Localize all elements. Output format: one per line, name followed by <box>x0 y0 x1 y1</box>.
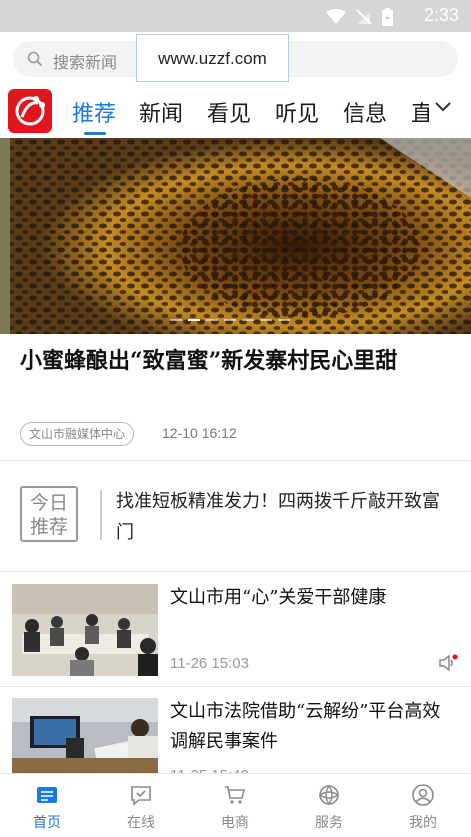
featured-time: 12-10 16:12 <box>162 425 237 441</box>
bottom-nav: 首页 在线 电商 服务 我的 <box>0 773 471 837</box>
logo-mark-icon <box>15 96 45 126</box>
today-pick-badge-line1: 今日 <box>29 492 68 514</box>
carousel-indicator <box>170 319 290 321</box>
search-placeholder: 搜索新闻 <box>53 53 118 72</box>
carousel-dot <box>206 319 218 321</box>
nav-profile[interactable]: 我的 <box>376 774 470 837</box>
news-title[interactable]: 文山市用“心”关爱干部健康 <box>170 583 458 613</box>
nav-profile-label: 我的 <box>409 815 437 831</box>
nav-service[interactable]: 服务 <box>282 774 376 837</box>
nav-online-label: 在线 <box>127 815 155 831</box>
category-tabs: 推荐 新闻 看见 听见 信息 直 <box>0 84 471 138</box>
hero-banner-image[interactable] <box>0 138 471 334</box>
divider <box>0 686 471 687</box>
today-pick-divider <box>100 490 102 540</box>
service-icon <box>318 784 340 806</box>
today-pick-badge: 今日 推荐 <box>20 486 78 542</box>
divider <box>0 571 471 572</box>
nav-home[interactable]: 首页 <box>0 774 94 837</box>
chevron-down-icon[interactable] <box>434 100 452 114</box>
app-logo[interactable] <box>8 89 52 133</box>
news-thumbnail[interactable] <box>12 584 158 676</box>
nav-service-label: 服务 <box>315 815 343 831</box>
divider <box>0 460 471 461</box>
nav-ecommerce[interactable]: 电商 <box>188 774 282 837</box>
cart-icon <box>225 786 246 804</box>
nav-home-label: 首页 <box>33 815 61 831</box>
nav-ecommerce-label: 电商 <box>221 815 249 831</box>
home-doc-icon <box>37 787 57 803</box>
court-photo <box>12 698 158 773</box>
carousel-dot <box>170 319 182 321</box>
news-thumbnail[interactable] <box>12 698 158 773</box>
status-time: 2:33 <box>423 5 459 25</box>
watermark-label: www.uzzf.com <box>136 34 289 82</box>
no-sim-icon <box>356 9 372 25</box>
carousel-dot <box>224 319 236 321</box>
tab-hear[interactable]: 听见 <box>275 96 319 128</box>
tab-partial[interactable]: 直 <box>411 96 429 128</box>
status-bar: 2:33 <box>0 0 471 32</box>
tab-recommend[interactable]: 推荐 <box>72 96 116 128</box>
carousel-dot <box>278 319 290 321</box>
news-title[interactable]: 文山市法院借助“云解纷”平台高效调解民事案件 <box>170 697 458 757</box>
news-time: 11-26 15:03 <box>170 655 249 672</box>
tab-info[interactable]: 信息 <box>343 96 387 128</box>
battery-icon <box>382 8 393 26</box>
carousel-dot-active <box>188 319 200 321</box>
tab-news[interactable]: 新闻 <box>139 96 183 128</box>
tab-see[interactable]: 看见 <box>207 96 251 128</box>
carousel-dot <box>242 319 254 321</box>
featured-headline[interactable]: 小蜜蜂酿出“致富蜜”新发寨村民心里甜 <box>20 346 455 377</box>
chat-icon <box>131 786 151 806</box>
today-pick-badge-line2: 推荐 <box>29 516 68 538</box>
active-tab-indicator <box>84 132 106 135</box>
audio-speaker-icon[interactable] <box>438 654 458 672</box>
meeting-photo <box>12 584 158 676</box>
wifi-icon <box>326 9 346 24</box>
today-pick-text[interactable]: 找准短板精准发力！四两拨千斤敲开致富门 <box>116 486 456 548</box>
honeycomb-photo <box>0 138 471 334</box>
nav-online[interactable]: 在线 <box>94 774 188 837</box>
source-badge: 文山市融媒体中心 <box>20 422 135 446</box>
profile-icon <box>412 784 434 806</box>
status-icons <box>326 8 393 26</box>
carousel-dot <box>260 319 272 321</box>
search-icon <box>27 51 43 67</box>
